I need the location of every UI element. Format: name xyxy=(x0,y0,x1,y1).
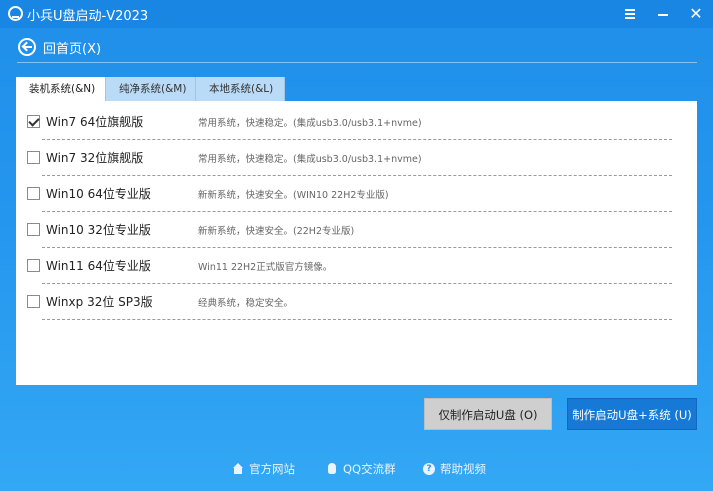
back-arrow-icon xyxy=(18,38,36,56)
system-description: 新新系统，快速安全。(22H2专业版) xyxy=(198,226,355,237)
system-description: 常用系统，快速稳定。(集成usb3.0/usb3.1+nvme) xyxy=(198,118,422,129)
system-name: Win7 32位旗舰版 xyxy=(46,151,144,165)
window-title: 小兵U盘启动-V2023 xyxy=(27,9,149,24)
system-name: Win10 32位专业版 xyxy=(46,223,151,237)
official-website-link[interactable]: 官方网站 xyxy=(232,459,295,479)
make-usb-system-button[interactable]: 制作启动U盘+系统 (U) xyxy=(567,398,697,430)
menu-button[interactable] xyxy=(620,4,640,24)
system-description: 新新系统，快速安全。(WIN10 22H2专业版) xyxy=(198,190,389,201)
tab-clean-system[interactable]: 纯净系统(&M) xyxy=(106,77,196,101)
close-icon: ✕ xyxy=(689,4,703,23)
system-checkbox[interactable] xyxy=(27,295,40,308)
dashed-separator xyxy=(42,319,672,320)
system-item-win7-32[interactable]: Win7 32位旗舰版 常用系统，快速稳定。(集成usb3.0/usb3.1+n… xyxy=(24,139,674,176)
tab-install-system[interactable]: 装机系统(&N) xyxy=(16,77,106,101)
system-list-panel: Win7 64位旗舰版 常用系统，快速稳定。(集成usb3.0/usb3.1+n… xyxy=(16,101,697,385)
title-bar: 小兵U盘启动-V2023 ✕ xyxy=(0,0,713,28)
system-tabs: 装机系统(&N) 纯净系统(&M) 本地系统(&L) xyxy=(16,77,285,101)
qq-group-link[interactable]: QQ交流群 xyxy=(326,459,396,479)
divider xyxy=(17,62,697,63)
system-item-win10-32[interactable]: Win10 32位专业版 新新系统，快速安全。(22H2专业版) xyxy=(24,211,674,248)
minimize-button[interactable] xyxy=(653,4,673,24)
system-name: Win11 64位专业版 xyxy=(46,259,151,273)
system-name: Winxp 32位 SP3版 xyxy=(46,295,153,309)
close-button[interactable]: ✕ xyxy=(686,4,706,24)
system-description: 常用系统，快速稳定。(集成usb3.0/usb3.1+nvme) xyxy=(198,154,422,165)
app-logo-icon xyxy=(8,6,23,21)
system-item-win11-64[interactable]: Win11 64位专业版 Win11 22H2正式版官方镜像。 xyxy=(24,247,674,284)
official-website-label: 官方网站 xyxy=(249,462,295,476)
footer: 官方网站 QQ交流群 ? 帮助视频 xyxy=(0,459,713,479)
system-checkbox[interactable] xyxy=(27,187,40,200)
help-video-link[interactable]: ? 帮助视频 xyxy=(423,459,486,479)
system-name: Win7 64位旗舰版 xyxy=(46,115,144,129)
tab-local-system[interactable]: 本地系统(&L) xyxy=(196,77,285,101)
help-icon: ? xyxy=(423,463,435,475)
system-checkbox[interactable] xyxy=(27,115,40,128)
home-icon xyxy=(232,463,244,475)
system-item-win7-64[interactable]: Win7 64位旗舰版 常用系统，快速稳定。(集成usb3.0/usb3.1+n… xyxy=(24,103,674,140)
qq-group-label: QQ交流群 xyxy=(343,462,396,476)
help-video-label: 帮助视频 xyxy=(440,462,486,476)
menu-icon xyxy=(625,9,635,19)
system-item-winxp-32[interactable]: Winxp 32位 SP3版 经典系统，稳定安全。 xyxy=(24,283,674,320)
system-checkbox[interactable] xyxy=(27,259,40,272)
back-home-link[interactable]: 回首页(X) xyxy=(18,36,101,58)
system-checkbox[interactable] xyxy=(27,151,40,164)
back-home-label: 回首页(X) xyxy=(43,41,102,57)
system-item-win10-64[interactable]: Win10 64位专业版 新新系统，快速安全。(WIN10 22H2专业版) xyxy=(24,175,674,212)
minimize-icon xyxy=(658,14,668,16)
system-checkbox[interactable] xyxy=(27,223,40,236)
system-name: Win10 64位专业版 xyxy=(46,187,151,201)
make-usb-only-button[interactable]: 仅制作启动U盘 (O) xyxy=(424,398,552,430)
system-description: Win11 22H2正式版官方镜像。 xyxy=(198,262,333,273)
system-description: 经典系统，稳定安全。 xyxy=(198,298,294,309)
qq-icon xyxy=(326,463,338,475)
